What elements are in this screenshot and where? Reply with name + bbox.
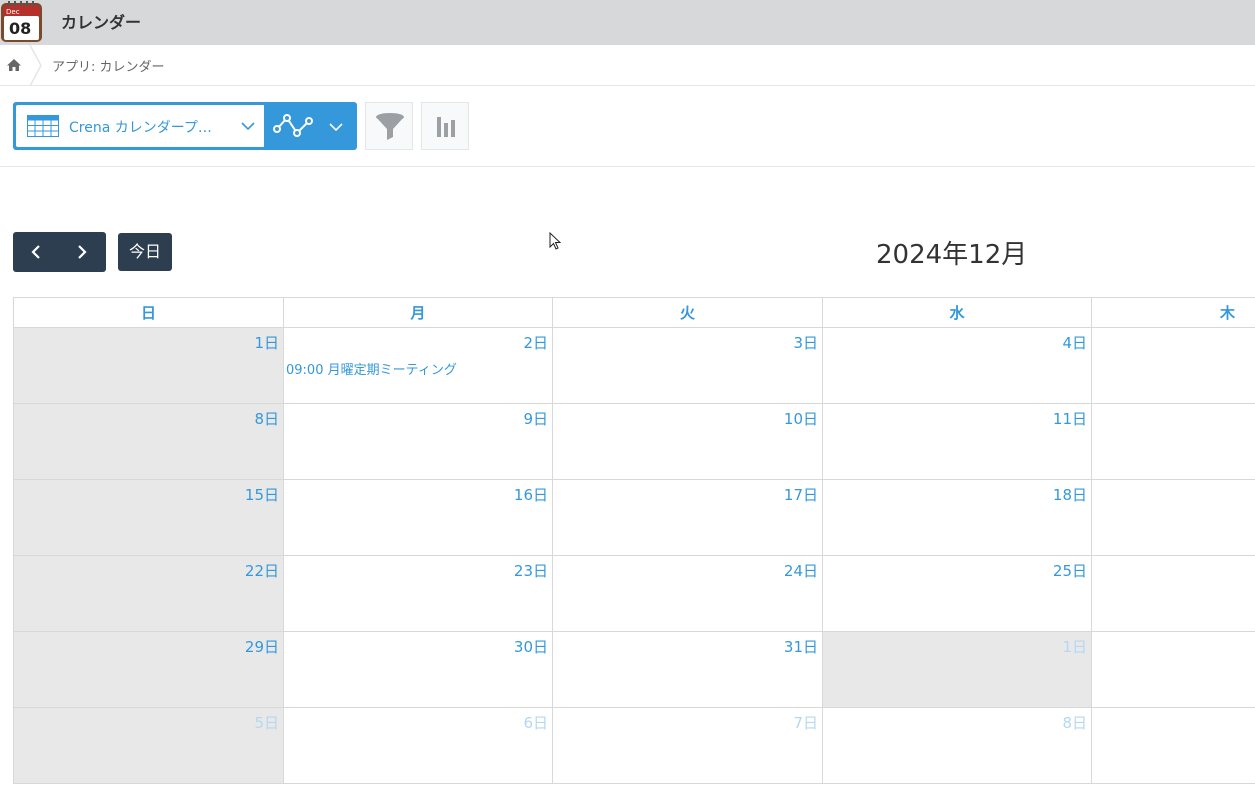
- week-row: 8日 9日 10日 11日: [13, 403, 1255, 480]
- mouse-cursor-icon: [549, 232, 562, 250]
- bar-chart-icon: [437, 117, 455, 137]
- day-cell[interactable]: 18日: [822, 479, 1092, 556]
- week-row: 15日 16日 17日 18日: [13, 479, 1255, 556]
- day-cell[interactable]: [1091, 403, 1255, 480]
- day-number: 1日: [254, 334, 279, 352]
- weekday-header: 火: [552, 297, 823, 328]
- day-cell[interactable]: 10日: [552, 403, 823, 480]
- day-number: 24日: [783, 562, 818, 580]
- home-icon[interactable]: [5, 56, 23, 74]
- day-cell[interactable]: [1091, 479, 1255, 556]
- day-cell[interactable]: 24日: [552, 555, 823, 632]
- day-number: 8日: [1062, 714, 1087, 732]
- day-number: 8日: [254, 410, 279, 428]
- day-number: 29日: [244, 638, 279, 656]
- view-dropdown[interactable]: Crena カレンダープ…: [16, 105, 264, 147]
- prev-month-button[interactable]: [13, 232, 59, 272]
- day-cell[interactable]: [1091, 631, 1255, 708]
- day-cell[interactable]: 31日: [552, 631, 823, 708]
- day-cell[interactable]: 23日: [283, 555, 553, 632]
- weekday-header: 月: [283, 297, 553, 328]
- weekday-header: 水: [822, 297, 1092, 328]
- day-cell[interactable]: 6日: [283, 707, 553, 784]
- app-title: カレンダー: [61, 13, 142, 32]
- day-cell[interactable]: 29日: [13, 631, 284, 708]
- day-number: 22日: [244, 562, 279, 580]
- toolbar: Crena カレンダープ…: [0, 86, 1255, 167]
- day-number: 6日: [523, 714, 548, 732]
- day-number: 7日: [793, 714, 818, 732]
- chevron-down-icon: [241, 122, 255, 131]
- svg-text:Dec: Dec: [6, 8, 20, 16]
- view-label: Crena カレンダープ…: [69, 120, 212, 136]
- day-cell[interactable]: 17日: [552, 479, 823, 556]
- day-number: 25日: [1052, 562, 1087, 580]
- day-cell[interactable]: [1091, 707, 1255, 784]
- day-number: 9日: [523, 410, 548, 428]
- day-number: 31日: [783, 638, 818, 656]
- chevron-right-icon: [78, 245, 87, 259]
- chevron-left-icon: [31, 245, 40, 259]
- weekday-header: 日: [13, 297, 284, 328]
- day-number: 16日: [513, 486, 548, 504]
- chart-button[interactable]: [421, 102, 469, 150]
- month-title: 2024年12月: [876, 240, 1028, 270]
- calendar-event[interactable]: 09:00 月曜定期ミーティング: [286, 359, 548, 378]
- day-cell[interactable]: 30日: [283, 631, 553, 708]
- day-number: 11日: [1052, 410, 1087, 428]
- day-number: 18日: [1052, 486, 1087, 504]
- today-button[interactable]: 今日: [118, 233, 172, 271]
- day-number: 2日: [523, 334, 548, 352]
- svg-text:08: 08: [9, 19, 31, 38]
- filter-icon: [376, 113, 404, 140]
- day-cell[interactable]: 5日: [13, 707, 284, 784]
- breadcrumb: アプリ: カレンダー: [0, 45, 1255, 86]
- week-row: 29日 30日 31日 1日: [13, 631, 1255, 708]
- month-nav: [13, 232, 106, 272]
- day-cell[interactable]: 8日: [13, 403, 284, 480]
- chevron-down-icon[interactable]: [329, 120, 343, 134]
- next-month-button[interactable]: [59, 232, 105, 272]
- week-row: 5日 6日 7日 8日: [13, 707, 1255, 784]
- calendar-app-icon: Dec 08: [1, 1, 42, 42]
- day-cell[interactable]: 9日: [283, 403, 553, 480]
- day-number: 17日: [783, 486, 818, 504]
- day-cell[interactable]: 15日: [13, 479, 284, 556]
- day-cell[interactable]: 7日: [552, 707, 823, 784]
- filter-button[interactable]: [365, 102, 413, 150]
- day-cell[interactable]: 25日: [822, 555, 1092, 632]
- table-view-icon: [27, 115, 59, 137]
- day-cell[interactable]: 2日 09:00 月曜定期ミーティング: [283, 327, 553, 404]
- day-cell[interactable]: 16日: [283, 479, 553, 556]
- day-cell[interactable]: 11日: [822, 403, 1092, 480]
- view-selector[interactable]: Crena カレンダープ…: [13, 102, 357, 150]
- graph-icon[interactable]: [273, 113, 317, 139]
- day-cell[interactable]: 22日: [13, 555, 284, 632]
- breadcrumb-separator-icon: [29, 45, 42, 86]
- week-row: 22日 23日 24日 25日: [13, 555, 1255, 632]
- breadcrumb-app-link[interactable]: アプリ: カレンダー: [52, 56, 165, 75]
- day-number: 15日: [244, 486, 279, 504]
- app-header: Dec 08 カレンダー: [0, 0, 1255, 45]
- day-number: 10日: [783, 410, 818, 428]
- day-number: 3日: [793, 334, 818, 352]
- day-cell[interactable]: [1091, 555, 1255, 632]
- day-cell[interactable]: 4日: [822, 327, 1092, 404]
- day-cell[interactable]: 8日: [822, 707, 1092, 784]
- day-cell[interactable]: 1日: [13, 327, 284, 404]
- week-row: 1日 2日 09:00 月曜定期ミーティング 3日 4日: [13, 327, 1255, 404]
- day-cell[interactable]: 3日: [552, 327, 823, 404]
- day-cell[interactable]: [1091, 327, 1255, 404]
- weekday-header: 木: [1091, 297, 1255, 328]
- day-number: 4日: [1062, 334, 1087, 352]
- day-number: 23日: [513, 562, 548, 580]
- calendar-grid: 日 月 火 水 木 1日 2日 09:00 月曜定期ミーティング 3日 4日 8…: [13, 297, 1255, 784]
- day-cell[interactable]: 1日: [822, 631, 1092, 708]
- day-number: 1日: [1062, 638, 1087, 656]
- day-number: 5日: [254, 714, 279, 732]
- day-number: 30日: [513, 638, 548, 656]
- weekday-header-row: 日 月 火 水 木: [13, 297, 1255, 328]
